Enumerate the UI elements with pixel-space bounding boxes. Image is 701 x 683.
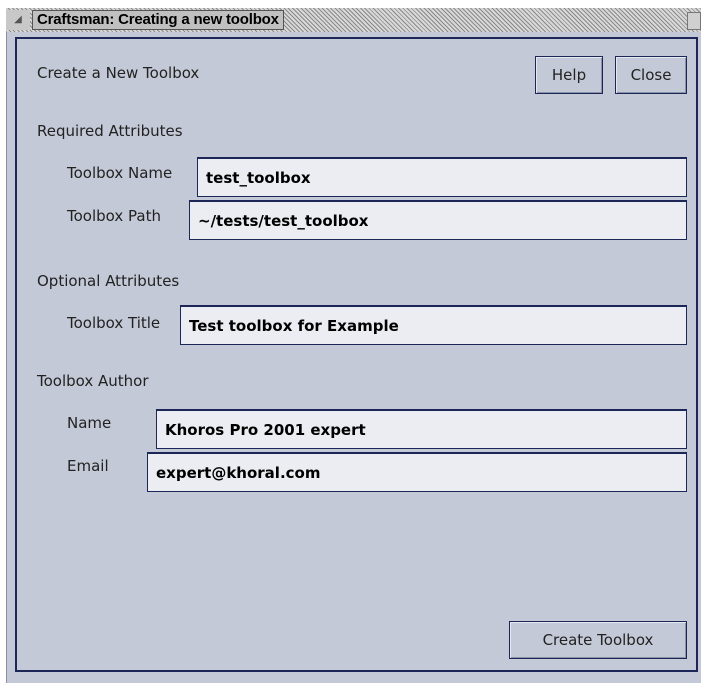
- toolbox-author-heading: Toolbox Author: [37, 372, 149, 390]
- resize-icon[interactable]: [687, 12, 701, 30]
- toolbox-path-label: Toolbox Path: [67, 207, 161, 225]
- required-attributes-heading: Required Attributes: [37, 122, 183, 140]
- toolbox-name-label: Toolbox Name: [67, 164, 173, 182]
- title-bar[interactable]: ◢ Craftsman: Creating a new toolbox: [6, 8, 701, 32]
- author-email-field[interactable]: [147, 452, 687, 492]
- window-menu-icon[interactable]: ◢: [6, 10, 30, 30]
- close-button[interactable]: Close: [615, 56, 687, 94]
- help-button[interactable]: Help: [535, 56, 603, 94]
- author-email-label: Email: [67, 457, 109, 475]
- toolbox-path-field[interactable]: [189, 200, 687, 240]
- create-toolbox-button[interactable]: Create Toolbox: [509, 621, 687, 659]
- toolbox-title-label: Toolbox Title: [67, 314, 161, 332]
- author-name-label: Name: [67, 414, 112, 432]
- toolbox-title-field[interactable]: [180, 305, 687, 345]
- optional-attributes-heading: Optional Attributes: [37, 272, 180, 290]
- dialog-window: Create a New Toolbox Help Close Required…: [6, 32, 701, 683]
- window-title: Craftsman: Creating a new toolbox: [32, 10, 284, 30]
- toolbox-name-field[interactable]: [197, 157, 687, 197]
- author-name-field[interactable]: [156, 409, 687, 449]
- dialog-heading: Create a New Toolbox: [37, 64, 200, 82]
